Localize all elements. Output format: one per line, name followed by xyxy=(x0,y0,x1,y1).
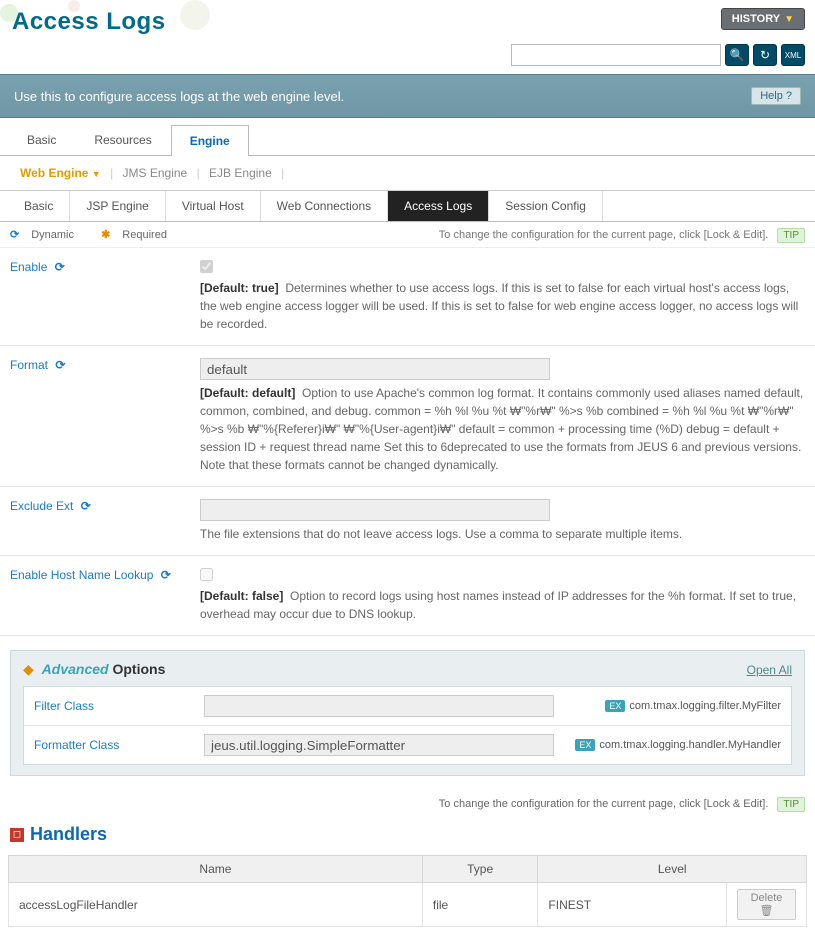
chevron-down-icon: ▼ xyxy=(784,14,794,25)
refresh-icon[interactable]: ↻ xyxy=(753,44,777,66)
default-value: [Default: default] xyxy=(200,386,295,400)
exclude-ext-input[interactable] xyxy=(200,499,550,521)
subtab-basic[interactable]: Basic xyxy=(8,191,70,221)
field-description: Option to record logs using host names i… xyxy=(200,589,796,621)
subtab-virtual-host[interactable]: Virtual Host xyxy=(166,191,261,221)
cell-level: FINEST xyxy=(538,883,727,927)
label-host-name-lookup: Enable Host Name Lookup ⟳ xyxy=(10,568,200,623)
subnav-web-engine[interactable]: Web Engine ▼ xyxy=(20,166,101,180)
col-type: Type xyxy=(422,856,538,883)
dynamic-icon: ⟳ xyxy=(55,260,65,274)
required-icon: ✱ xyxy=(101,229,110,241)
export-xml-icon[interactable]: XML xyxy=(781,44,805,66)
tip-badge: TIP xyxy=(777,228,805,243)
ex-badge: EX xyxy=(605,700,625,712)
field-description: The file extensions that do not leave ac… xyxy=(200,527,682,541)
host-lookup-checkbox[interactable] xyxy=(200,568,213,581)
tip-badge: TIP xyxy=(777,797,805,812)
delete-button[interactable]: Delete 🗑 xyxy=(737,889,796,920)
row-formatter-class: Formatter Class EXcom.tmax.logging.handl… xyxy=(24,726,791,764)
col-level: Level xyxy=(538,856,807,883)
history-label: HISTORY xyxy=(732,13,780,25)
open-all-link[interactable]: Open All xyxy=(747,663,792,677)
advanced-title: ◆ Advanced Options xyxy=(23,661,165,678)
cell-name[interactable]: accessLogFileHandler xyxy=(9,883,423,927)
page-title: Access Logs xyxy=(12,8,166,36)
example-filter: EXcom.tmax.logging.filter.MyFilter xyxy=(605,700,781,712)
label-format: Format ⟳ xyxy=(10,358,200,474)
cell-type: file xyxy=(422,883,538,927)
row-format: Format ⟳ [Default: default] Option to us… xyxy=(0,346,815,487)
filter-class-input[interactable] xyxy=(204,695,554,717)
lock-edit-tip: To change the configuration for the curr… xyxy=(439,229,805,241)
label-formatter-class: Formatter Class xyxy=(34,738,204,752)
chevron-down-icon: ▼ xyxy=(92,169,101,179)
main-tabs: Basic Resources Engine xyxy=(0,124,815,156)
example-formatter: EXcom.tmax.logging.handler.MyHandler xyxy=(575,739,781,751)
search-input[interactable] xyxy=(511,44,721,66)
handlers-title: Handlers xyxy=(30,824,107,845)
engine-subnav: Web Engine ▼ | JMS Engine | EJB Engine | xyxy=(0,156,815,191)
default-value: [Default: false] xyxy=(200,589,283,603)
field-description: Determines whether to use access logs. I… xyxy=(200,281,798,331)
sub-tabs: Basic JSP Engine Virtual Host Web Connec… xyxy=(0,191,815,222)
dynamic-icon: ⟳ xyxy=(161,568,171,582)
subtab-access-logs[interactable]: Access Logs xyxy=(388,191,489,221)
advanced-options-panel: ◆ Advanced Options Open All Filter Class… xyxy=(10,650,805,776)
dynamic-legend: ⟳Dynamic xyxy=(10,229,86,241)
tab-basic[interactable]: Basic xyxy=(8,124,75,155)
legend-row: ⟳Dynamic ✱Required To change the configu… xyxy=(0,222,815,248)
shield-icon: ◆ xyxy=(23,661,34,677)
table-row: accessLogFileHandler file FINEST Delete … xyxy=(9,883,807,927)
handlers-table: Name Type Level accessLogFileHandler fil… xyxy=(8,855,807,927)
row-exclude-ext: Exclude Ext ⟳ The file extensions that d… xyxy=(0,487,815,556)
subtab-web-connections[interactable]: Web Connections xyxy=(261,191,389,221)
row-filter-class: Filter Class EXcom.tmax.logging.filter.M… xyxy=(24,687,791,726)
lock-edit-tip-bottom: To change the configuration for the curr… xyxy=(0,790,815,818)
format-input[interactable] xyxy=(200,358,550,380)
label-enable: Enable ⟳ xyxy=(10,260,200,333)
banner-text: Use this to configure access logs at the… xyxy=(14,89,344,104)
row-host-name-lookup: Enable Host Name Lookup ⟳ [Default: fals… xyxy=(0,556,815,636)
row-enable: Enable ⟳ [Default: true] Determines whet… xyxy=(0,248,815,346)
ex-badge: EX xyxy=(575,739,595,751)
subtab-jsp-engine[interactable]: JSP Engine xyxy=(70,191,166,221)
formatter-class-input[interactable] xyxy=(204,734,554,756)
col-name: Name xyxy=(9,856,423,883)
description-banner: Use this to configure access logs at the… xyxy=(0,74,815,118)
help-button[interactable]: Help ? xyxy=(751,87,801,105)
dynamic-icon: ⟳ xyxy=(55,358,65,372)
section-marker-icon: ◻ xyxy=(10,828,24,842)
tab-engine[interactable]: Engine xyxy=(171,125,249,156)
dynamic-icon: ⟳ xyxy=(10,229,19,241)
search-icon[interactable]: 🔍 xyxy=(725,44,749,66)
label-filter-class: Filter Class xyxy=(34,699,204,713)
subnav-jms-engine[interactable]: JMS Engine xyxy=(123,166,188,180)
subtab-session-config[interactable]: Session Config xyxy=(489,191,603,221)
history-button[interactable]: HISTORY ▼ xyxy=(721,8,805,30)
subnav-ejb-engine[interactable]: EJB Engine xyxy=(209,166,272,180)
dynamic-icon: ⟳ xyxy=(81,499,91,513)
required-legend: ✱Required xyxy=(101,229,179,241)
default-value: [Default: true] xyxy=(200,281,279,295)
tab-resources[interactable]: Resources xyxy=(75,124,170,155)
label-exclude-ext: Exclude Ext ⟳ xyxy=(10,499,200,543)
enable-checkbox[interactable] xyxy=(200,260,213,273)
